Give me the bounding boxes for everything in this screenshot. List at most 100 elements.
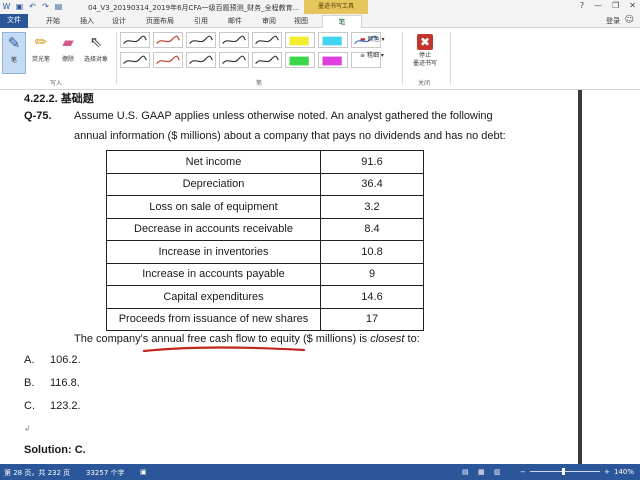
prompt-prefix: The company's	[74, 333, 152, 345]
pens-group-label: 笔	[256, 80, 263, 87]
zoom-in-button[interactable]: +	[604, 468, 610, 476]
solution-text: Solution: C.	[24, 444, 86, 456]
table-cell-label: Loss on sale of equipment	[106, 195, 321, 219]
color-option-label: 颜色	[367, 36, 380, 43]
word-count[interactable]: 33257 个字	[86, 468, 125, 478]
zoom-out-button[interactable]: −	[520, 468, 526, 476]
window-title: 04_V3_20190314_2019年6月CFA一级百题预测_财务_全程教育.…	[88, 4, 300, 12]
pen-style-swatch[interactable]	[219, 52, 249, 68]
question-prompt: The company's annual free cash flow to e…	[74, 333, 420, 345]
touch-mode-icon[interactable]: ▤	[54, 2, 63, 11]
tab-mailings[interactable]: 邮件	[222, 15, 248, 28]
table-row: Increase in inventories 10.8	[106, 240, 424, 264]
pen-style-swatch[interactable]	[186, 32, 216, 48]
table-cell-label: Net income	[106, 150, 321, 174]
zoom-slider[interactable]	[530, 468, 600, 475]
ribbon-tabs: 文件 开始 插入 设计 页面布局 引用 邮件 审阅 视图 笔 登录 ☺	[0, 14, 640, 28]
quick-access-toolbar: W ▣ ↶ ↷ ▤	[2, 2, 63, 11]
document-area[interactable]: 4.22.2. 基础题 Q-75. Assume U.S. GAAP appli…	[0, 90, 640, 464]
eraser-button-label: 擦除	[61, 56, 74, 63]
table-cell-value: 9	[320, 262, 424, 286]
pen-style-swatch[interactable]	[252, 32, 282, 48]
tab-page-layout[interactable]: 页面布局	[140, 15, 180, 28]
close-group-label: 关闭	[418, 80, 431, 87]
color-option[interactable]: ▬ 颜色 ▾	[360, 34, 385, 43]
pen-style-swatch[interactable]	[153, 32, 183, 48]
option-a[interactable]: A. 106.2.	[24, 354, 81, 366]
ink-tools-context-header: 墨迹书写工具	[304, 0, 368, 14]
eraser-button[interactable]: ▰ 擦除	[56, 32, 80, 63]
write-group-label: 写入	[50, 80, 63, 87]
pen-style-swatch[interactable]	[120, 52, 150, 68]
table-cell-value: 3.2	[320, 195, 424, 219]
table-cell-label: Depreciation	[106, 172, 321, 196]
option-c[interactable]: C. 123.2.	[24, 400, 81, 412]
title-bar: W ▣ ↶ ↷ ▤ 04_V3_20190314_2019年6月CFA一级百题预…	[0, 0, 640, 14]
tab-view[interactable]: 视图	[288, 15, 314, 28]
tab-file[interactable]: 文件	[0, 14, 28, 28]
stop-inking-label: 停止	[418, 52, 431, 59]
web-layout-icon[interactable]: ▥	[494, 468, 501, 476]
save-icon[interactable]: ▣	[15, 2, 24, 11]
table-cell-label: Capital expenditures	[106, 285, 321, 309]
zoom-slider-thumb[interactable]	[561, 468, 565, 475]
select-arrow-icon: ⇖	[89, 33, 103, 51]
page-count[interactable]: 第 28 页，共 232 页	[4, 468, 70, 478]
pen-style-swatch[interactable]	[318, 52, 348, 68]
stop-inking-label-2: 墨迹书写	[412, 60, 437, 67]
pen-style-swatch[interactable]	[285, 52, 315, 68]
pen-style-swatch[interactable]	[120, 32, 150, 48]
read-mode-icon[interactable]: ▤	[462, 468, 469, 476]
table-row: Net income 91.6	[106, 150, 424, 174]
table-cell-label: Decrease in accounts receivable	[106, 217, 321, 241]
tab-home[interactable]: 开始	[40, 15, 66, 28]
help-icon[interactable]: ?	[580, 1, 584, 10]
word-app-icon: W	[2, 2, 11, 11]
close-button[interactable]: ✕	[629, 1, 636, 10]
option-b[interactable]: B. 116.8.	[24, 377, 80, 389]
feedback-smiley-icon[interactable]: ☺	[625, 15, 634, 25]
empty-paragraph-mark: ↲	[24, 424, 31, 433]
redo-icon[interactable]: ↷	[41, 2, 50, 11]
ink-underline-stroke[interactable]	[142, 345, 306, 353]
cash-flow-table: Net income 91.6 Depreciation 36.4 Loss on sa…	[106, 150, 424, 331]
table-row: Increase in accounts payable 9	[106, 262, 424, 286]
tab-review[interactable]: 审阅	[256, 15, 282, 28]
pen-style-swatch[interactable]	[186, 52, 216, 68]
pen-style-swatch[interactable]	[219, 32, 249, 48]
undo-icon[interactable]: ↶	[28, 2, 37, 11]
tab-pen[interactable]: 笔	[322, 15, 362, 28]
status-bar: 第 28 页，共 232 页 33257 个字 ▣ ▤ ▦ ▥ − + 140%	[0, 464, 640, 480]
table-row: Proceeds from issuance of new shares 17	[106, 307, 424, 331]
question-number: Q-75.	[24, 110, 52, 122]
group-separator	[116, 32, 117, 84]
pen-style-swatch[interactable]	[153, 52, 183, 68]
print-layout-icon[interactable]: ▦	[478, 468, 485, 476]
highlighter-icon: ✏	[34, 33, 48, 51]
document-page[interactable]: 4.22.2. 基础题 Q-75. Assume U.S. GAAP appli…	[0, 90, 578, 464]
pen-style-swatch[interactable]	[252, 52, 282, 68]
stop-inking-button[interactable]: ✖ 停止 墨迹书写	[406, 34, 444, 68]
thickness-option[interactable]: ≡ 粗细 ▾	[360, 50, 384, 59]
restore-button[interactable]: ❐	[612, 1, 619, 10]
option-value: 116.8.	[50, 377, 80, 389]
tab-design[interactable]: 设计	[106, 15, 132, 28]
table-row: Decrease in accounts receivable 8.4	[106, 217, 424, 241]
table-row: Depreciation 36.4	[106, 172, 424, 196]
table-cell-label: Increase in accounts payable	[106, 262, 321, 286]
table-cell-value: 10.8	[320, 240, 424, 264]
pen-style-swatch[interactable]	[285, 32, 315, 48]
table-cell-value: 17	[320, 307, 424, 331]
zoom-level[interactable]: 140%	[614, 468, 634, 476]
tab-insert[interactable]: 插入	[74, 15, 100, 28]
tab-references[interactable]: 引用	[188, 15, 214, 28]
pen-style-swatch[interactable]	[318, 32, 348, 48]
proofing-icon[interactable]: ▣	[140, 468, 147, 476]
pen-button[interactable]: ✎ 笔	[2, 32, 26, 74]
pen-gallery[interactable]	[120, 32, 381, 72]
color-swatch-icon: ▬	[360, 36, 366, 43]
login-link[interactable]: 登录	[606, 16, 620, 26]
select-objects-button[interactable]: ⇖ 选择对象	[80, 32, 112, 63]
minimize-button[interactable]: —	[594, 1, 602, 10]
highlighter-button[interactable]: ✏ 荧光笔	[28, 32, 54, 63]
